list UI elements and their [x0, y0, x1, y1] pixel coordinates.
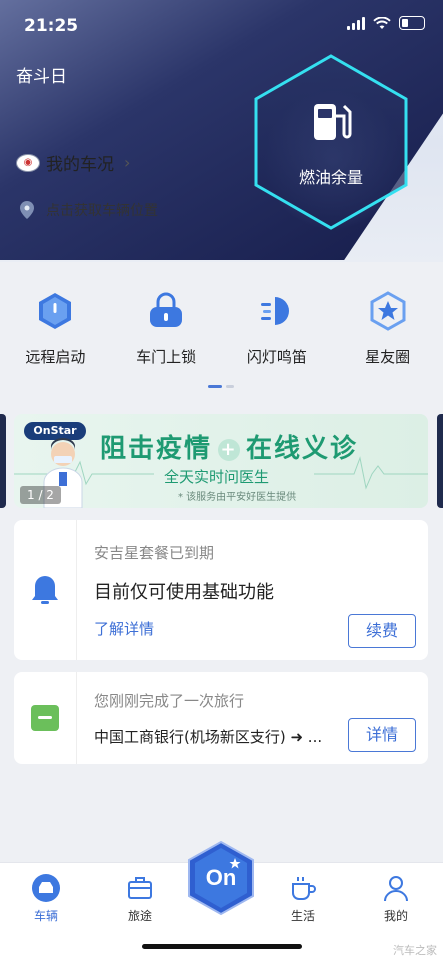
- tab-label: 生活: [290, 909, 315, 923]
- onstar-label: On: [206, 865, 237, 890]
- battery-icon: [399, 16, 425, 30]
- person-icon: [384, 876, 408, 902]
- page-indicator: [208, 385, 234, 388]
- plus-icon: +: [218, 438, 241, 461]
- fuel-label: 燃油余量: [298, 168, 363, 187]
- action-label: 闪灯鸣笛: [246, 348, 307, 366]
- car-icon: [32, 874, 60, 902]
- location-pin-icon: [20, 201, 34, 219]
- trip-details-button[interactable]: 详情: [348, 718, 416, 752]
- card-icon-column: [14, 672, 77, 764]
- banner-pager: 1 / 2: [20, 486, 61, 504]
- onstar-center-button[interactable]: On: [187, 840, 255, 916]
- status-bar: 21:25: [0, 0, 443, 50]
- cup-icon: [292, 877, 316, 900]
- watermark: 汽车之家: [393, 944, 437, 957]
- tab-label: 车辆: [33, 909, 58, 923]
- tab-life[interactable]: 生活: [263, 873, 343, 924]
- buick-logo-icon: ◉: [16, 153, 40, 172]
- promo-banner[interactable]: OnStar 阻击疫情 + 在线义诊 全天实时问医生 * 该服务由平安好医生提供 1…: [14, 414, 428, 508]
- wifi-icon: [373, 16, 391, 29]
- quick-actions: 远程启动 车门上锁 闪灯鸣笛 星友圈: [0, 288, 443, 367]
- package-title: 安吉星套餐已到期: [94, 544, 215, 562]
- my-car-status-link[interactable]: ◉ 我的车况 ›: [16, 150, 130, 175]
- package-message: 目前仅可使用基础功能: [94, 582, 274, 603]
- carousel-next-peek: [437, 414, 443, 508]
- carousel-prev-peek: [0, 414, 6, 508]
- bell-icon: [32, 576, 58, 604]
- banner-subheading: 全天实时问医生: [164, 468, 270, 486]
- renew-button[interactable]: 续费: [348, 614, 416, 648]
- action-label: 车门上锁: [136, 348, 197, 366]
- chevron-right-icon: ›: [124, 153, 131, 172]
- tab-trips[interactable]: 旅途: [100, 873, 180, 924]
- package-expired-card: 安吉星套餐已到期 目前仅可使用基础功能 了解详情 续费: [14, 520, 428, 660]
- card-icon-column: [14, 520, 77, 660]
- trip-note-icon: [31, 705, 59, 731]
- location-label: 点击获取车辆位置: [46, 203, 158, 219]
- tab-label: 我的: [383, 909, 408, 923]
- banner-note: * 该服务由平安好医生提供: [178, 492, 297, 503]
- status-time: 21:25: [24, 16, 79, 36]
- door-lock-button[interactable]: 车门上锁: [111, 288, 222, 367]
- flash-horn-button[interactable]: 闪灯鸣笛: [222, 288, 333, 367]
- home-indicator[interactable]: [142, 944, 302, 949]
- page-title: 奋斗日: [16, 67, 67, 87]
- get-location-link[interactable]: 点击获取车辆位置: [20, 200, 158, 220]
- tab-vehicle[interactable]: 车辆: [6, 873, 86, 924]
- banner-heading: 阻击疫情 + 在线义诊: [100, 434, 359, 464]
- trip-destination: 中国工商银行(机场新区支行) ➜ ...: [94, 728, 323, 746]
- suitcase-icon: [128, 877, 152, 899]
- flash-horn-icon: [254, 288, 300, 334]
- cellular-signal-icon: [347, 16, 365, 30]
- star-circle-button[interactable]: 星友圈: [332, 288, 443, 367]
- action-label: 星友圈: [365, 348, 411, 366]
- trip-title: 您刚刚完成了一次旅行: [94, 692, 245, 710]
- door-lock-icon: [143, 288, 189, 334]
- remote-start-icon: [32, 288, 78, 334]
- tab-label: 旅途: [127, 909, 152, 923]
- fuel-pump-icon: [314, 104, 352, 140]
- car-status-label: 我的车况: [46, 155, 114, 175]
- status-icons: [347, 16, 425, 30]
- remote-start-button[interactable]: 远程启动: [0, 288, 111, 367]
- learn-more-link[interactable]: 了解详情: [94, 618, 154, 639]
- action-label: 远程启动: [25, 348, 86, 366]
- trip-card: 您刚刚完成了一次旅行 中国工商银行(机场新区支行) ➜ ... 详情: [14, 672, 428, 764]
- star-circle-icon: [365, 288, 411, 334]
- tab-me[interactable]: 我的: [356, 873, 436, 924]
